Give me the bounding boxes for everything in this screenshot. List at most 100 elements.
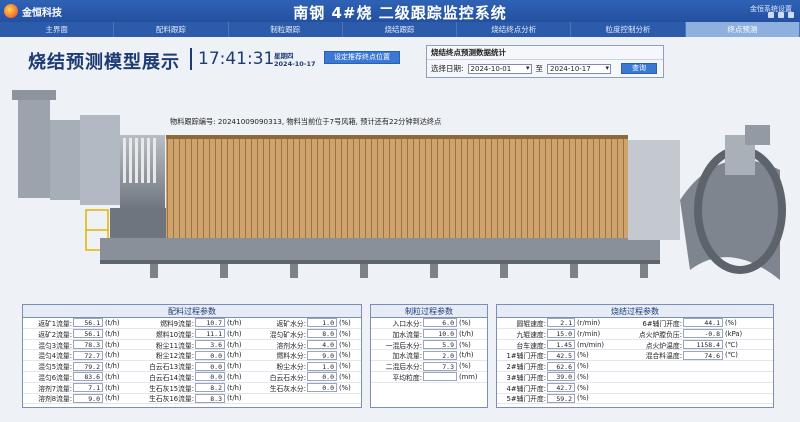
param-label: 点火炉温度: — [645, 341, 682, 350]
tab-0[interactable]: 主界面 — [0, 22, 115, 37]
param-unit: (r/min) — [577, 329, 601, 338]
param-unit: (%) — [339, 362, 351, 371]
table-row: 返矿2流量: 56.1 (t/h) 燃料10流量: 11.1 (t/h) 混匀矿水分: 8.0… — [23, 329, 361, 340]
param-cell: 返矿水分: 1.0 (%) — [255, 318, 359, 328]
tab-1[interactable]: 配料跟踪 — [114, 22, 229, 37]
param-value: 9.0 — [73, 393, 103, 403]
param-unit: (t/h) — [227, 351, 242, 360]
param-value: 56.1 — [73, 318, 103, 328]
param-unit: (t/h) — [227, 318, 242, 327]
table-row: 混匀5流量: 79.2 (t/h) 白云石13流量: 0.0 (t/h) 粉尘水分: 1.0(… — [23, 361, 361, 372]
table-row: 5#辅门开度: 59.2 (%) — [497, 393, 773, 405]
table-row: 溶剂7流量: 7.1 (t/h) 生石灰15流量: 8.2 (t/h) 生石灰水分: 0.0(… — [23, 383, 361, 394]
close-icon[interactable] — [788, 12, 794, 18]
maximize-icon[interactable] — [778, 12, 784, 18]
param-value: 0.0 — [307, 383, 337, 393]
stats-title: 烧结终点预测数据统计 — [427, 46, 663, 60]
param-cell: 粉尘12流量: 0.0 (t/h) — [135, 350, 255, 360]
param-unit: (℃) — [725, 340, 738, 349]
param-label: 加水流量: — [392, 330, 422, 339]
param-value: 5.9 — [423, 340, 457, 349]
set-endpoint-button[interactable]: 设定推荐终点位置 — [324, 51, 400, 64]
param-value: 0.0 — [195, 372, 225, 382]
tab-2[interactable]: 制粒跟踪 — [229, 22, 343, 37]
table-row: 平均粒度: (mm) — [371, 372, 487, 383]
param-cell: 白云石14流量: 0.0 (t/h) — [135, 372, 255, 382]
param-label: 燃料水分: — [276, 352, 306, 361]
table-row: 一混后水分: 5.9 (%) — [371, 340, 487, 351]
param-value: 56.1 — [73, 329, 103, 339]
end-date-select[interactable]: 2024-10-17 — [547, 63, 612, 74]
param-value: 1.0 — [307, 318, 337, 328]
param-cell: 白云石水分: 0.0 (%) — [255, 372, 359, 382]
param-cell: 圆辊速度: 2.1 (r/min) — [497, 318, 615, 328]
param-unit: (m/min) — [577, 340, 605, 349]
param-cell: 生石灰15流量: 8.2 (t/h) — [135, 383, 255, 393]
table-row: 加水流量: 10.0 (t/h) — [371, 329, 487, 340]
top-bar: 金恒科技 南钢 4#烧 二级跟踪监控系统 金恒系统设置 — [0, 0, 800, 22]
param-value: 7.3 — [423, 361, 457, 371]
param-label: 粉尘11流量: — [155, 341, 194, 350]
param-unit: (%) — [577, 394, 589, 403]
param-label: 平均粒度: — [392, 373, 422, 382]
param-value: 79.2 — [73, 361, 103, 371]
param-label: 燃料9流量: — [160, 319, 194, 328]
param-value: 10.0 — [423, 329, 457, 339]
tab-5[interactable]: 粒度控制分析 — [571, 22, 686, 37]
param-unit: (t/h) — [459, 329, 474, 338]
param-unit: (t/h) — [105, 318, 120, 327]
param-unit: (%) — [577, 362, 589, 371]
param-label: 二混后水分: — [385, 363, 422, 372]
param-value: 10.7 — [195, 318, 225, 328]
param-value: 2.1 — [547, 318, 575, 328]
param-value: 3.6 — [195, 340, 225, 349]
start-date-select[interactable]: 2024-10-01 — [467, 63, 532, 74]
param-label: 返矿水分: — [276, 319, 306, 328]
param-value: 42.7 — [547, 383, 575, 393]
param-unit: (t/h) — [105, 329, 120, 338]
param-value: 72.7 — [73, 350, 103, 360]
param-value: 4.0 — [307, 340, 337, 349]
param-label: 2#辅门开度: — [506, 363, 547, 372]
batching-title: 配料过程参数 — [23, 305, 361, 318]
clock: 17:41:31 — [190, 48, 274, 70]
query-button[interactable]: 查询 — [621, 63, 658, 74]
param-cell: 溶剂8流量: 9.0 (t/h) — [23, 393, 135, 403]
param-unit: (℃) — [725, 351, 738, 360]
table-row: 入口水分: 6.0 (%) — [371, 318, 487, 329]
minimize-icon[interactable] — [768, 12, 774, 18]
param-value: 74.6 — [683, 350, 723, 360]
tab-6[interactable]: 终点预测 — [685, 22, 800, 37]
endpoint-stats-panel: 烧结终点预测数据统计 选择日期: 2024-10-01 至 2024-10-17… — [426, 45, 664, 78]
tab-3[interactable]: 烧结跟踪 — [343, 22, 458, 37]
param-cell: 燃料水分: 9.0 (%) — [255, 350, 359, 360]
param-value: 2.0 — [423, 350, 457, 360]
table-row: 九辊速度: 15.0 (r/min) 点火炉膛负压: -0.8 (kPa) — [497, 329, 773, 340]
param-unit: (r/min) — [577, 318, 601, 327]
param-label: 混匀5流量: — [38, 363, 72, 372]
table-row: 1#辅门开度: 42.5 (%) 混合料温度: 74.6 (℃) — [497, 350, 773, 362]
param-cell: 加水流量: 10.0 (t/h) — [371, 329, 485, 339]
param-cell: 混匀6流量: 83.6 (t/h) — [23, 372, 135, 382]
param-cell: 混匀矿水分: 8.0 (%) — [255, 329, 359, 339]
table-row: 返矿1流量: 56.1 (t/h) 燃料9流量: 10.7 (t/h) 返矿水分: 1.0 (%… — [23, 318, 361, 329]
param-cell: 平均粒度: (mm) — [371, 372, 485, 382]
param-unit: (t/h) — [105, 351, 120, 360]
param-cell: 生石灰16流量: 8.3 (t/h) — [135, 393, 255, 403]
param-value: 9.0 — [307, 350, 337, 360]
param-unit: (t/h) — [105, 362, 120, 371]
granulation-title: 制粒过程参数 — [371, 305, 487, 318]
tab-4[interactable]: 烧结终点分析 — [457, 22, 572, 37]
sinter-plant-diagram — [12, 90, 786, 280]
param-label: 生石灰16流量: — [149, 395, 194, 404]
param-unit: (%) — [459, 318, 471, 327]
granulation-panel: 制粒过程参数 入口水分: 6.0 (%) 加水流量: 10.0 (t/h) 一混后水分: 5.… — [370, 304, 488, 408]
param-label: 溶剂8流量: — [38, 395, 72, 404]
param-cell: 台车速度: 1.45 (m/min) — [497, 340, 615, 350]
param-cell: 混匀4流量: 72.7 (t/h) — [23, 350, 135, 360]
param-label: 白云石13流量: — [149, 363, 194, 372]
param-value: -0.8 — [683, 329, 723, 339]
param-label: 溶剂水分: — [276, 341, 306, 350]
param-cell: 生石灰水分: 0.0 (%) — [255, 383, 359, 393]
table-row: 加水流量: 2.0 (t/h) — [371, 350, 487, 362]
